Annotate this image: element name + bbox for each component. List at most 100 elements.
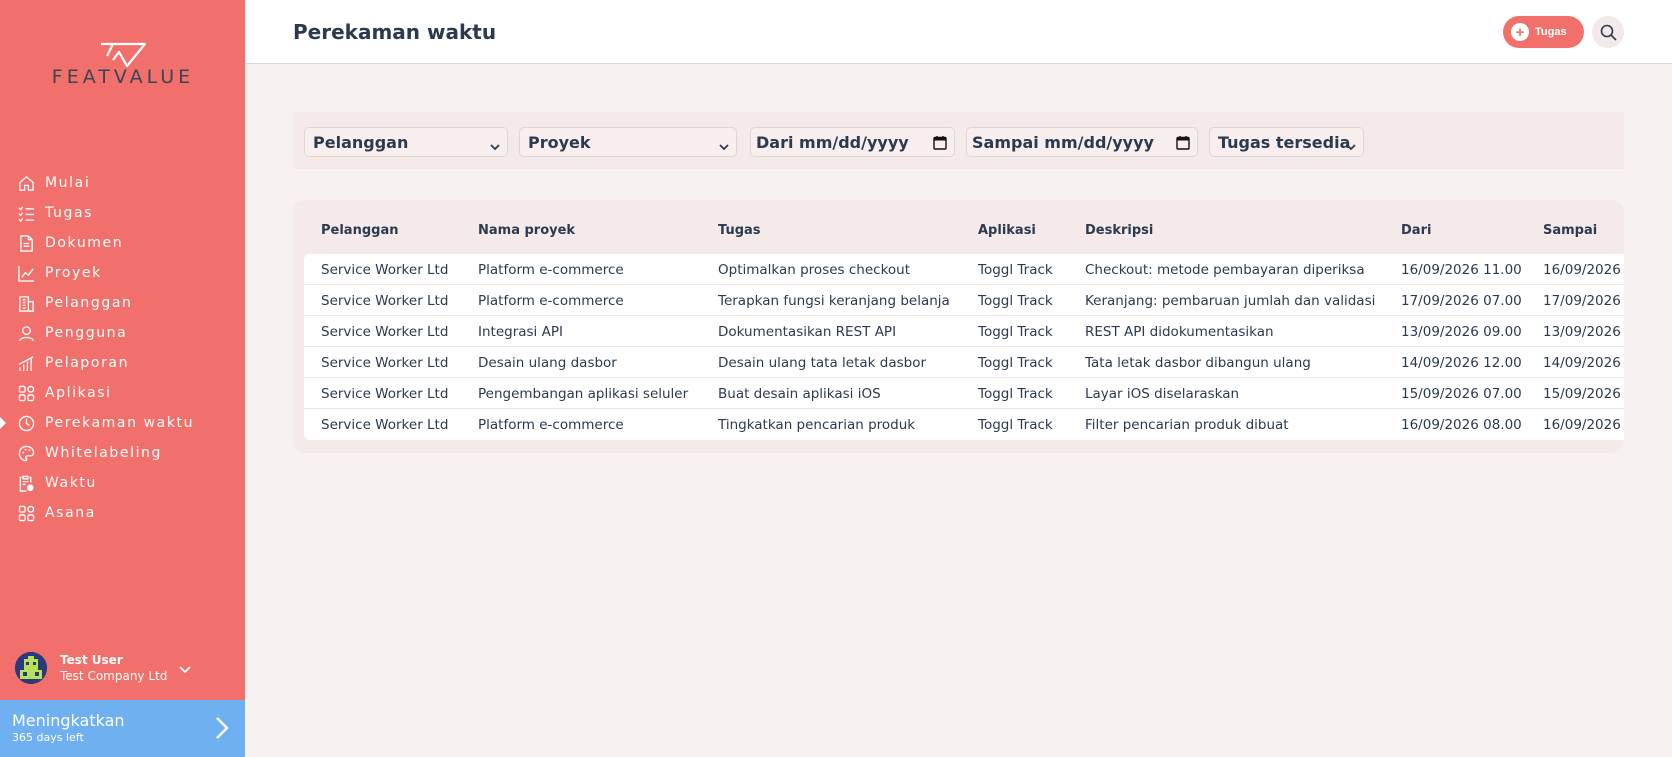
calendar-icon[interactable] xyxy=(1176,135,1190,154)
cell-customer: Service Worker Ltd xyxy=(321,386,449,402)
search-button[interactable] xyxy=(1592,16,1624,48)
cell-customer: Service Worker Ltd xyxy=(321,355,449,371)
sidebar-item-tugas[interactable]: Tugas xyxy=(0,198,245,228)
upgrade-subtitle: 365 days left xyxy=(12,731,84,744)
sidebar-item-dokumen[interactable]: Dokumen xyxy=(0,228,245,258)
add-task-button[interactable]: + Tugas xyxy=(1503,16,1584,48)
cell-project: Desain ulang dasbor xyxy=(478,355,617,371)
table-row[interactable]: Service Worker Ltd Platform e-commerce O… xyxy=(304,254,1624,285)
page-title: Perekaman waktu xyxy=(293,20,497,44)
project-select[interactable]: Proyek xyxy=(519,127,737,157)
cell-from: 15/09/2026 07.00 xyxy=(1401,386,1522,402)
cell-app: Toggl Track xyxy=(978,417,1053,433)
sidebar-item-asana[interactable]: Asana xyxy=(0,498,245,528)
sidebar-item-label: Asana xyxy=(45,505,96,521)
checklist-icon xyxy=(17,204,35,222)
column-header[interactable]: Deskripsi xyxy=(1085,223,1153,238)
sidebar-nav: Mulai Tugas Dokumen Proyek Pelanggan Pen… xyxy=(0,168,245,528)
column-header[interactable]: Nama proyek xyxy=(478,223,575,238)
cell-project: Platform e-commerce xyxy=(478,262,624,278)
sidebar: FEATVALUE Mulai Tugas Dokumen Proyek Pel… xyxy=(0,0,245,757)
customer-select-value: Pelanggan xyxy=(313,132,409,152)
tasks-select[interactable]: Tugas tersedia xyxy=(1209,127,1364,157)
date-to-input[interactable]: Sampai mm/dd/yyyy xyxy=(966,127,1198,157)
sidebar-item-label: Pelanggan xyxy=(45,295,133,311)
user-info: Test User Test Company Ltd xyxy=(60,653,167,683)
table-row[interactable]: Service Worker Ltd Desain ulang dasbor D… xyxy=(304,347,1624,378)
sidebar-item-label: Dokumen xyxy=(45,235,124,251)
cell-project: Platform e-commerce xyxy=(478,417,624,433)
logo: FEATVALUE xyxy=(37,42,209,92)
cell-app: Toggl Track xyxy=(978,355,1053,371)
chart-icon xyxy=(17,264,35,282)
chevron-down-icon[interactable] xyxy=(179,659,191,678)
search-icon xyxy=(1600,24,1617,41)
tasks-select-value: Tugas tersedia xyxy=(1218,132,1351,152)
cell-from: 17/09/2026 07.00 xyxy=(1401,293,1522,309)
cell-app: Toggl Track xyxy=(978,262,1053,278)
logo-mark-icon xyxy=(101,42,147,68)
table-row[interactable]: Service Worker Ltd Integrasi API Dokumen… xyxy=(304,316,1624,347)
chevron-right-icon xyxy=(215,716,229,744)
apps-icon xyxy=(17,504,35,522)
cell-to: 16/09/2026 11.00 xyxy=(1543,417,1624,433)
cell-customer: Service Worker Ltd xyxy=(321,293,449,309)
column-header[interactable]: Aplikasi xyxy=(978,223,1036,238)
calendar-icon[interactable] xyxy=(933,135,947,154)
sidebar-item-perekaman-waktu[interactable]: Perekaman waktu xyxy=(0,408,245,438)
filter-bar: Pelanggan Proyek Dari mm/dd/yyyy Sampai … xyxy=(293,112,1624,169)
sidebar-item-label: Whitelabeling xyxy=(45,445,163,461)
sidebar-item-proyek[interactable]: Proyek xyxy=(0,258,245,288)
sidebar-item-label: Tugas xyxy=(45,205,94,221)
column-header[interactable]: Dari xyxy=(1401,223,1431,238)
table-row[interactable]: Service Worker Ltd Platform e-commerce T… xyxy=(304,285,1624,316)
customer-select[interactable]: Pelanggan xyxy=(304,127,508,157)
table-row[interactable]: Service Worker Ltd Pengembangan aplikasi… xyxy=(304,378,1624,409)
cell-description: Keranjang: pembaruan jumlah dan validasi xyxy=(1085,293,1376,309)
user-menu[interactable]: Test User Test Company Ltd xyxy=(15,650,235,686)
sidebar-item-label: Waktu xyxy=(45,475,97,491)
cell-description: Checkout: metode pembayaran diperiksa xyxy=(1085,262,1365,278)
sidebar-item-aplikasi[interactable]: Aplikasi xyxy=(0,378,245,408)
chevron-down-icon xyxy=(490,137,500,156)
upgrade-title: Meningkatkan xyxy=(12,711,125,730)
sidebar-item-label: Proyek xyxy=(45,265,102,281)
sidebar-item-label: Pengguna xyxy=(45,325,128,341)
avatar xyxy=(15,652,47,684)
cell-task: Buat desain aplikasi iOS xyxy=(718,386,881,402)
user-name: Test User xyxy=(60,653,123,667)
cell-description: REST API didokumentasikan xyxy=(1085,324,1274,340)
upgrade-banner[interactable]: Meningkatkan 365 days left xyxy=(0,700,245,757)
date-from-value: Dari mm/dd/yyyy xyxy=(756,132,909,152)
column-header[interactable]: Sampai xyxy=(1543,223,1597,238)
chevron-down-icon xyxy=(719,137,729,156)
table-body: Service Worker Ltd Platform e-commerce O… xyxy=(304,254,1624,440)
date-from-input[interactable]: Dari mm/dd/yyyy xyxy=(750,127,955,157)
user-company: Test Company Ltd xyxy=(60,669,168,683)
date-to-value: Sampai mm/dd/yyyy xyxy=(972,132,1154,152)
cell-to: 16/09/2026 12.00 xyxy=(1543,262,1624,278)
sidebar-item-pelaporan[interactable]: Pelaporan xyxy=(0,348,245,378)
user-icon xyxy=(17,324,35,342)
column-header[interactable]: Tugas xyxy=(718,223,761,238)
cell-task: Optimalkan proses checkout xyxy=(718,262,911,278)
cell-task: Terapkan fungsi keranjang belanja xyxy=(718,293,950,309)
sidebar-item-mulai[interactable]: Mulai xyxy=(0,168,245,198)
sidebar-item-waktu[interactable]: Waktu xyxy=(0,468,245,498)
cell-customer: Service Worker Ltd xyxy=(321,417,449,433)
cell-description: Filter pencarian produk dibuat xyxy=(1085,417,1289,433)
logo-text: FEATVALUE xyxy=(51,66,195,88)
cell-project: Pengembangan aplikasi seluler xyxy=(478,386,689,402)
apps-icon xyxy=(17,384,35,402)
sidebar-item-pengguna[interactable]: Pengguna xyxy=(0,318,245,348)
cell-to: 13/09/2026 10.00 xyxy=(1543,324,1624,340)
sidebar-item-whitelabeling[interactable]: Whitelabeling xyxy=(0,438,245,468)
sidebar-item-pelanggan[interactable]: Pelanggan xyxy=(0,288,245,318)
cell-project: Platform e-commerce xyxy=(478,293,624,309)
column-header[interactable]: Pelanggan xyxy=(321,223,398,238)
plus-icon: + xyxy=(1511,23,1529,41)
bars-icon xyxy=(17,354,35,372)
table-row[interactable]: Service Worker Ltd Platform e-commerce T… xyxy=(304,409,1624,440)
cell-task: Desain ulang tata letak dasbor xyxy=(718,355,927,371)
cell-from: 16/09/2026 08.00 xyxy=(1401,417,1522,433)
